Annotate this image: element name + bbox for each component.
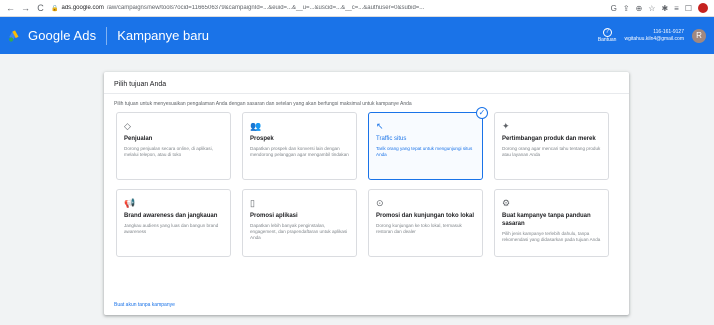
google-ads-logo[interactable]: Google Ads bbox=[8, 28, 96, 43]
goal-card-description: Dapatkan prospek dan konversi lain denga… bbox=[250, 146, 349, 157]
goal-card-description: Dorong orang agar mencari tahu tentang p… bbox=[502, 146, 601, 157]
goal-card[interactable]: ◇ Penjualan Dorong penjualan secara online… bbox=[116, 112, 231, 180]
star-icon[interactable]: ☆ bbox=[648, 4, 655, 13]
goal-card-title: Promosi aplikasi bbox=[250, 213, 298, 219]
account-id: 116-161-9127 bbox=[653, 28, 684, 35]
browser-toolbar: ← → C 🔒 ads.google.com /aw/campaigns/new… bbox=[0, 0, 714, 17]
goal-card[interactable]: ⊙ Promosi dan kunjungan toko lokal Dorong … bbox=[368, 189, 483, 257]
goal-card-title: Traffic situs bbox=[376, 136, 407, 142]
location-pin-icon: ⊙ bbox=[376, 198, 384, 208]
create-account-without-campaign-link[interactable]: Buat akun tanpa kampanye bbox=[114, 302, 175, 308]
account-email: wgitahuu.kiln4@gmail.com bbox=[624, 35, 684, 42]
menu-icon[interactable]: ≡ bbox=[674, 4, 679, 13]
url-path: /aw/campaigns/new/tools?ocid=1166506379&… bbox=[106, 5, 425, 11]
back-icon[interactable]: ← bbox=[6, 0, 15, 17]
ads-header: Google Ads Kampanye baru ? Bantuan 116-1… bbox=[0, 17, 714, 54]
goal-grid: ◇ Penjualan Dorong penjualan secara online… bbox=[104, 107, 629, 257]
help-label: Bantuan bbox=[597, 37, 617, 43]
goal-card-title: Brand awareness dan jangkauan bbox=[124, 213, 218, 219]
goal-card[interactable]: ▯ Promosi aplikasi Dapatkan lebih banyak p… bbox=[242, 189, 357, 257]
goal-card[interactable]: ✦ Pertimbangan produk dan merek Dorong ora… bbox=[494, 112, 609, 180]
people-icon: 👥 bbox=[250, 121, 262, 131]
translate-icon[interactable]: ⊕ bbox=[636, 4, 643, 13]
profile-avatar[interactable] bbox=[698, 3, 708, 13]
help-button[interactable]: ? Bantuan bbox=[597, 28, 617, 43]
goal-card-description: Jangkau audiens yang luas dan bangun bra… bbox=[124, 223, 219, 234]
goal-card[interactable]: 📢 Brand awareness dan jangkauan Jangkau au… bbox=[116, 189, 231, 257]
sparkle-icon: ✦ bbox=[502, 121, 510, 131]
reload-icon[interactable]: C bbox=[36, 0, 45, 17]
goal-card-title: Penjualan bbox=[124, 136, 153, 142]
goal-card-description: Dorong kunjungan ke toko lokal, termasuk… bbox=[376, 223, 462, 234]
cursor-click-icon: ↖ bbox=[376, 121, 384, 131]
goal-selection-panel: Pilih tujuan Anda Pilih tujuan untuk men… bbox=[104, 72, 629, 315]
gear-icon: ⚙ bbox=[502, 198, 511, 208]
goal-card-title: Buat kampanye tanpa panduan sasaran bbox=[502, 213, 591, 227]
lock-icon: 🔒 bbox=[51, 5, 59, 12]
phone-app-icon: ▯ bbox=[250, 198, 255, 208]
url-domain: ads.google.com bbox=[61, 5, 104, 11]
page-title: Kampanye baru bbox=[117, 28, 209, 43]
window-icon[interactable]: ☐ bbox=[685, 4, 692, 13]
goal-card-title: Promosi dan kunjungan toko lokal bbox=[376, 213, 475, 219]
header-divider bbox=[106, 26, 108, 45]
goal-card-description: Dorong penjualan secara online, di aplik… bbox=[124, 146, 213, 157]
share-icon[interactable]: ⇪ bbox=[623, 4, 630, 13]
goal-card-title: Prospek bbox=[250, 136, 274, 142]
account-info[interactable]: 116-161-9127 wgitahuu.kiln4@gmail.com bbox=[624, 29, 684, 43]
tag-icon: ◇ bbox=[124, 121, 131, 131]
address-bar[interactable]: 🔒 ads.google.com /aw/campaigns/new/tools… bbox=[51, 5, 605, 12]
puzzle-icon[interactable]: ✱ bbox=[661, 4, 668, 13]
goal-card-title: Pertimbangan produk dan merek bbox=[502, 136, 596, 142]
megaphone-icon: 📢 bbox=[124, 198, 136, 208]
google-ads-logo-icon bbox=[9, 29, 19, 42]
forward-icon[interactable]: → bbox=[21, 0, 30, 17]
panel-title: Pilih tujuan Anda bbox=[104, 72, 629, 94]
extensions-bar: G ⇪ ⊕ ☆ ✱ ≡ ☐ bbox=[611, 3, 708, 13]
goal-card-description: Pilih jenis kampanye terlebih dahulu, ta… bbox=[502, 231, 601, 242]
panel-description: Pilih tujuan untuk menyesuaikan pengalam… bbox=[114, 101, 412, 107]
product-name: Google Ads bbox=[28, 28, 97, 43]
goal-card[interactable]: ⚙ Buat kampanye tanpa panduan sasaran Pili… bbox=[494, 189, 609, 257]
checkmark-icon: ✓ bbox=[476, 107, 488, 119]
help-icon: ? bbox=[602, 28, 612, 37]
goal-card-description: Tarik orang yang tepat untuk mengunjungi… bbox=[376, 146, 473, 157]
header-actions: ? Bantuan 116-161-9127 wgitahuu.kiln4@gm… bbox=[598, 28, 706, 43]
avatar[interactable]: R bbox=[692, 28, 706, 43]
goal-card-description: Dapatkan lebih banyak penginstalan, enga… bbox=[250, 223, 348, 240]
goal-card[interactable]: 👥 Prospek Dapatkan prospek dan konversi la… bbox=[242, 112, 357, 180]
extension-icon[interactable]: G bbox=[611, 4, 617, 13]
goal-card[interactable]: ↖ Traffic situs Tarik orang yang tepat unt… bbox=[368, 107, 488, 180]
